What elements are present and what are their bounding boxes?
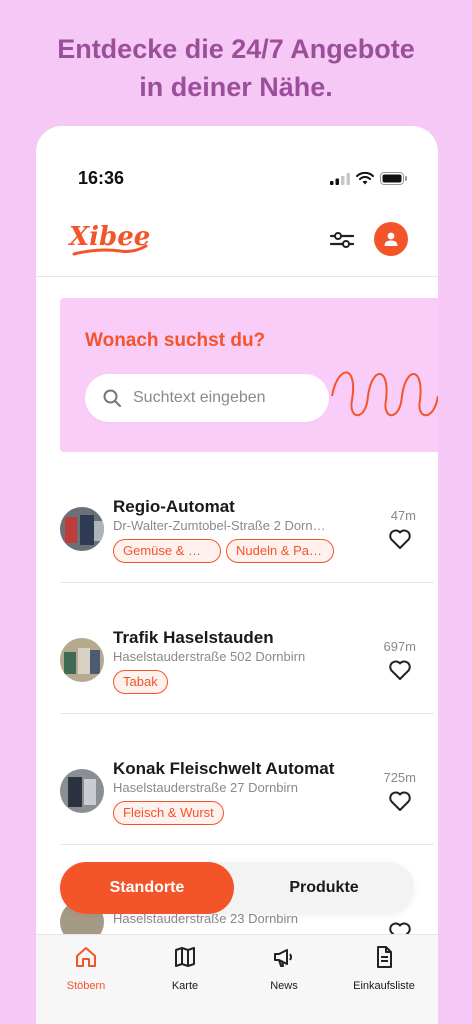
status-time: 16:36 — [78, 168, 125, 188]
view-toggle: Standorte Produkte — [60, 862, 414, 914]
search-input[interactable]: Suchtext eingeben — [85, 374, 329, 422]
cellular-signal-icon — [330, 172, 350, 185]
promo-headline: Entdecke die 24/7 Angebote in deiner Näh… — [0, 30, 472, 106]
location-thumbnail — [60, 638, 104, 682]
profile-button[interactable] — [374, 222, 408, 256]
map-icon — [175, 947, 195, 967]
category-tag[interactable]: Tabak — [113, 670, 168, 694]
list-item[interactable]: Konak Fleischwelt Automat Haselstauderst… — [36, 714, 438, 845]
category-tags: Fleisch & Wurst — [113, 801, 224, 825]
location-distance: 47m — [390, 508, 416, 523]
tab-news[interactable]: News — [234, 935, 334, 1005]
location-address: Haselstauderstraße 502 Dornbirn — [113, 649, 306, 664]
location-distance: 697m — [383, 639, 416, 654]
toggle-standorte[interactable]: Standorte — [60, 862, 234, 914]
category-tag[interactable]: Gemüse & Obst — [113, 539, 221, 563]
location-title: Konak Fleischwelt Automat — [113, 759, 335, 778]
sliders-icon — [330, 232, 354, 248]
category-tags: Gemüse & Obst Nudeln & Pasta — [113, 539, 334, 563]
user-icon — [384, 232, 398, 246]
location-distance: 725m — [383, 770, 416, 785]
wifi-icon — [356, 172, 374, 185]
list-item[interactable]: Trafik Haselstauden Haselstauderstraße 5… — [36, 583, 438, 714]
favorite-heart-icon[interactable] — [388, 527, 412, 551]
tab-label: News — [270, 980, 298, 992]
squiggle-decoration — [331, 371, 438, 417]
location-thumbnail — [60, 507, 104, 551]
location-address: Haselstauderstraße 27 Dornbirn — [113, 780, 298, 795]
category-tag[interactable]: Nudeln & Pasta — [226, 539, 334, 563]
tab-einkaufsliste[interactable]: Einkaufsliste — [334, 935, 434, 1005]
search-title: Wonach suchst du? — [85, 330, 266, 351]
status-icons — [330, 172, 408, 185]
filter-button[interactable] — [328, 226, 356, 254]
favorite-heart-icon[interactable] — [388, 789, 412, 813]
search-placeholder: Suchtext eingeben — [133, 389, 266, 406]
phone-frame: 16:36 Xibee Wonach suchst du? Suchtext e… — [36, 126, 438, 1024]
svg-text:Xibee: Xibee — [68, 222, 150, 252]
location-title: Regio-Automat — [113, 497, 235, 516]
toggle-produkte[interactable]: Produkte — [234, 862, 414, 914]
category-tag[interactable]: Fleisch & Wurst — [113, 801, 224, 825]
promo-headline-line2: in deiner Nähe. — [139, 72, 333, 102]
favorite-heart-icon[interactable] — [388, 658, 412, 682]
xibee-logo: Xibee — [67, 218, 150, 267]
search-card: Wonach suchst du? Suchtext eingeben — [60, 298, 438, 452]
document-icon — [377, 946, 392, 968]
battery-icon — [380, 172, 407, 185]
tab-label: Einkaufsliste — [353, 980, 415, 992]
megaphone-icon — [274, 949, 292, 967]
tab-label: Stöbern — [66, 980, 106, 992]
tab-stoebern[interactable]: Stöbern — [36, 935, 136, 1005]
app-header: Xibee — [36, 204, 438, 277]
location-title: Trafik Haselstauden — [113, 628, 274, 647]
category-tags: Tabak — [113, 670, 168, 694]
location-address: Dr-Walter-Zumtobel-Straße 2 Dornbirn — [113, 518, 329, 533]
home-icon — [76, 947, 96, 967]
tab-label: Karte — [171, 980, 199, 992]
bottom-tab-bar: Stöbern Karte News Einkaufsliste — [36, 934, 438, 1024]
promo-headline-line1: Entdecke die 24/7 Angebote — [57, 34, 415, 64]
list-item[interactable]: Regio-Automat Dr-Walter-Zumtobel-Straße … — [36, 452, 438, 583]
search-icon — [103, 389, 121, 407]
location-thumbnail — [60, 769, 104, 813]
tab-karte[interactable]: Karte — [135, 935, 235, 1005]
